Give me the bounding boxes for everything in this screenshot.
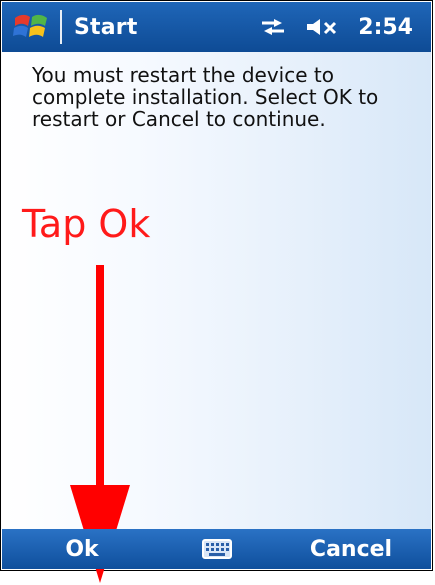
page-title: Start (74, 14, 138, 40)
top-title-bar: Start 2:54 (2, 2, 431, 52)
title-divider (60, 10, 62, 44)
softkey-bar: Ok Cancel (2, 529, 431, 569)
clock-time[interactable]: 2:54 (358, 15, 413, 40)
device-screen: Start 2:54 You must restart the device t… (0, 0, 433, 583)
windows-start-icon[interactable] (8, 4, 54, 50)
status-area: 2:54 (260, 15, 413, 40)
instruction-annotation: Tap Ok (22, 202, 151, 246)
restart-message: You must restart the device to complete … (32, 63, 379, 131)
ok-softkey-button[interactable]: Ok (2, 537, 162, 562)
volume-mute-icon[interactable] (304, 16, 340, 38)
keyboard-icon[interactable] (197, 536, 237, 562)
cancel-softkey-button[interactable]: Cancel (271, 537, 431, 562)
connectivity-icon[interactable] (260, 18, 286, 36)
dialog-content: You must restart the device to complete … (2, 52, 431, 583)
